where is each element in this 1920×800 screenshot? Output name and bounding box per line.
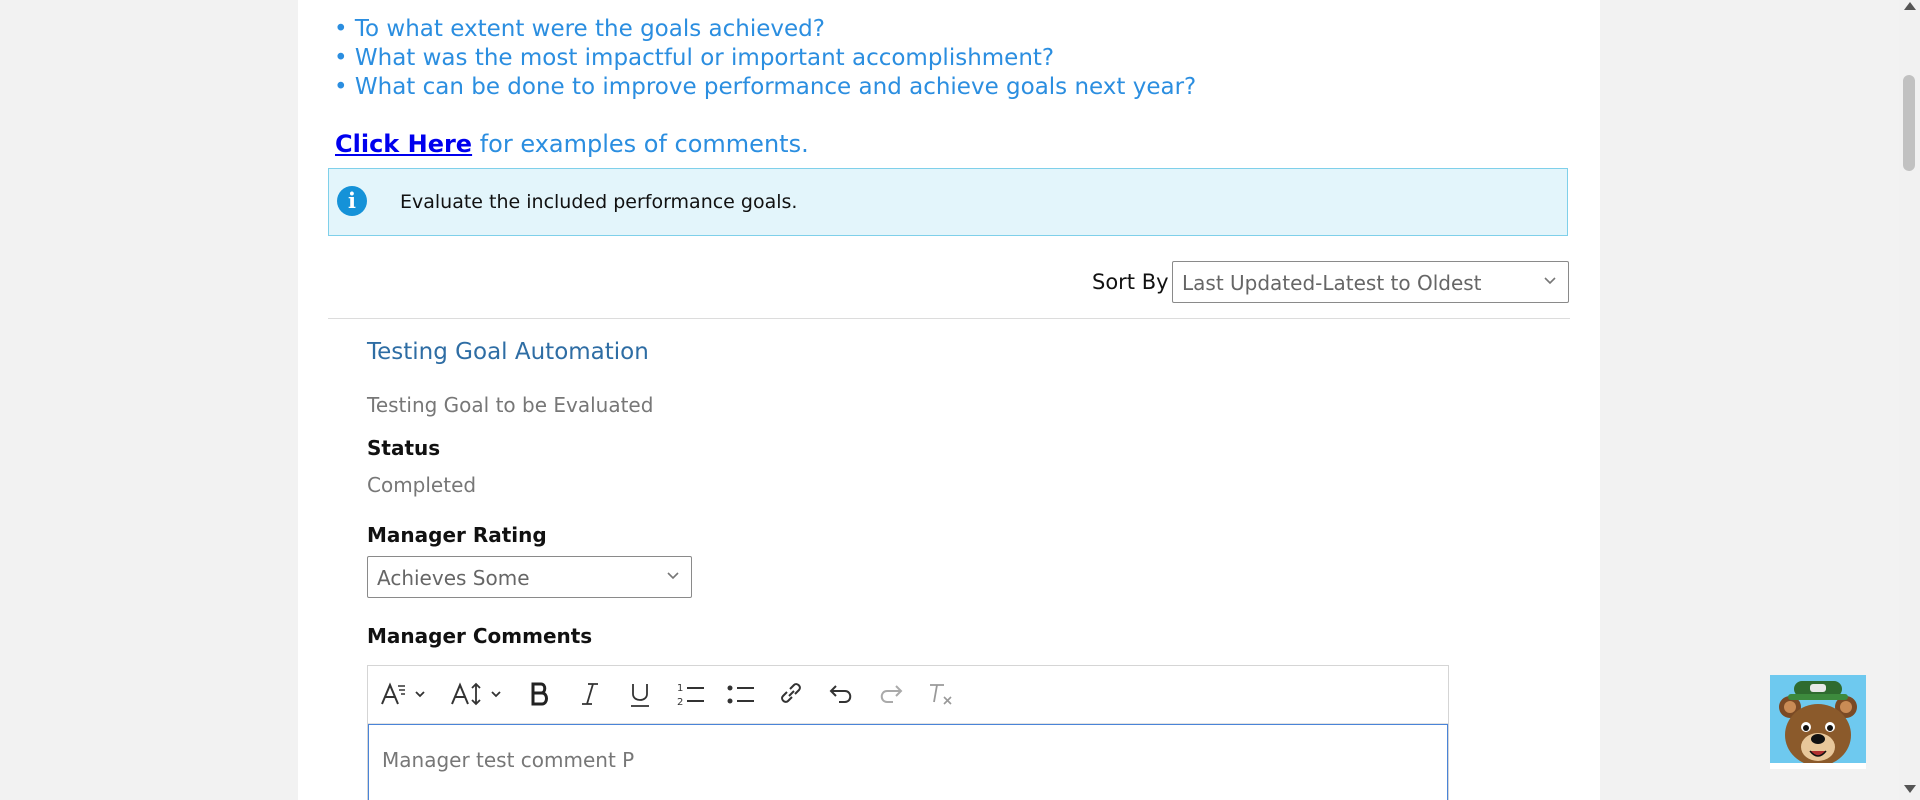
scroll-down-arrow-icon[interactable] <box>1904 785 1916 793</box>
manager-rating-select[interactable]: Achieves Some <box>367 556 692 598</box>
guidance-questions: • To what extent were the goals achieved… <box>334 15 1196 102</box>
manager-rating-label: Manager Rating <box>367 523 547 547</box>
bold-icon[interactable] <box>524 678 556 710</box>
guidance-bullet: • What was the most impactful or importa… <box>334 45 1055 71</box>
info-icon: i <box>337 186 367 216</box>
vertical-scrollbar[interactable] <box>1899 0 1920 800</box>
editor-toolbar: 12 <box>368 666 1448 724</box>
underline-icon[interactable] <box>624 678 656 710</box>
status-value: Completed <box>367 473 477 497</box>
manager-comments-text: Manager test comment P <box>382 748 635 772</box>
assistant-bear-avatar[interactable] <box>1770 675 1866 769</box>
info-banner: i Evaluate the included performance goal… <box>328 168 1568 236</box>
sort-by-select[interactable]: Last Updated-Latest to Oldest <box>1172 261 1569 303</box>
sort-by-value: Last Updated-Latest to Oldest <box>1182 271 1482 295</box>
svg-text:1: 1 <box>677 683 683 694</box>
chevron-down-icon <box>1542 272 1558 292</box>
redo-icon[interactable] <box>874 678 908 710</box>
scroll-up-arrow-icon[interactable] <box>1904 2 1916 10</box>
scrollbar-thumb[interactable] <box>1903 75 1915 171</box>
manager-comments-label: Manager Comments <box>367 624 593 648</box>
guidance-bullet: • What can be done to improve performanc… <box>334 74 1197 100</box>
bullet-list-icon[interactable] <box>724 678 758 710</box>
numbered-list-icon[interactable]: 12 <box>674 678 708 710</box>
examples-text: for examples of comments. <box>472 130 809 158</box>
examples-line: Click Here for examples of comments. <box>335 130 809 158</box>
status-label: Status <box>367 436 441 460</box>
main-content: • To what extent were the goals achieved… <box>298 0 1600 800</box>
info-message: Evaluate the included performance goals. <box>400 191 798 213</box>
goal-description: Testing Goal to be Evaluated <box>367 393 654 417</box>
undo-icon[interactable] <box>824 678 858 710</box>
rich-text-editor: 12 Manager test comment P <box>367 665 1449 800</box>
sort-by-label: Sort By <box>1092 270 1169 294</box>
manager-rating-value: Achieves Some <box>377 566 530 590</box>
svg-text:2: 2 <box>677 697 683 708</box>
manager-comments-input[interactable]: Manager test comment P <box>368 724 1448 800</box>
link-icon[interactable] <box>774 678 808 710</box>
guidance-bullet: • To what extent were the goals achieved… <box>334 16 825 42</box>
goal-title: Testing Goal Automation <box>367 339 649 365</box>
clear-format-icon[interactable] <box>924 678 958 710</box>
font-size-icon[interactable] <box>450 678 506 710</box>
font-style-icon[interactable] <box>380 678 428 710</box>
section-divider <box>328 318 1570 319</box>
examples-link[interactable]: Click Here <box>335 130 472 158</box>
chevron-down-icon <box>665 567 681 587</box>
italic-icon[interactable] <box>574 678 606 710</box>
